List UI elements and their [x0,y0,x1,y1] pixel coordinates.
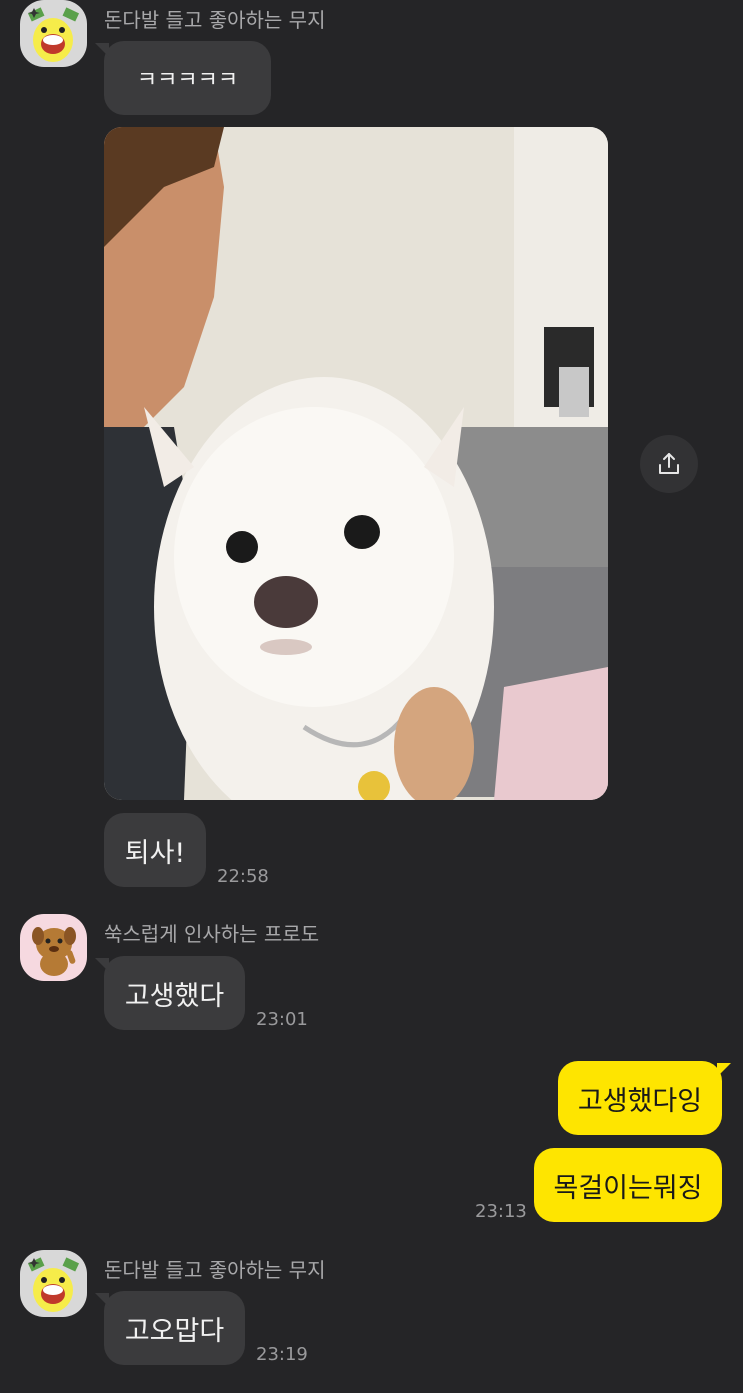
share-button[interactable] [640,435,698,493]
photo-message[interactable] [104,127,608,800]
message-text: 고생했다 [124,980,225,1012]
sender-name: 쑥스럽게 인사하는 프로도 [104,922,320,946]
message-time: 23:13 [475,1201,527,1222]
message-time: 23:01 [256,1009,308,1030]
sender-name: 돈다발 들고 좋아하는 무지 [104,8,326,32]
share-upload-icon [659,453,679,474]
my-message-bubble[interactable]: 목걸이는뭐징 [534,1148,722,1222]
my-message-bubble[interactable]: 고생했다잉 [558,1061,731,1135]
sender-avatar-muzi[interactable] [20,1250,87,1317]
message-time: 23:19 [256,1344,308,1365]
sender-avatar-frodo[interactable] [20,914,87,981]
white-pomeranian-dog-photo [104,127,608,800]
frodo-waving-icon [20,914,87,981]
message-bubble[interactable]: 고오맙다 [95,1291,245,1365]
muzi-holding-money-icon [20,1250,87,1317]
sender-avatar-muzi[interactable] [20,0,87,67]
message-text: 고오맙다 [124,1315,225,1347]
message-text: 고생했다잉 [577,1085,703,1117]
message-bubble[interactable]: ㅋㅋㅋㅋㅋ [95,41,271,115]
sender-name: 돈다발 들고 좋아하는 무지 [104,1258,326,1282]
chat-room: 돈다발 들고 좋아하는 무지 ㅋㅋㅋㅋㅋ 퇴사! 22:58 쑥스럽게 인사하는… [0,0,743,1393]
message-text: 목걸이는뭐징 [553,1172,703,1204]
message-bubble[interactable]: 고생했다 [95,956,245,1030]
message-text: 퇴사! [124,837,186,869]
message-text: ㅋㅋㅋㅋㅋ [136,68,239,93]
message-time: 22:58 [217,866,269,887]
message-bubble[interactable]: 퇴사! [104,813,206,887]
muzi-holding-money-icon [20,0,87,67]
